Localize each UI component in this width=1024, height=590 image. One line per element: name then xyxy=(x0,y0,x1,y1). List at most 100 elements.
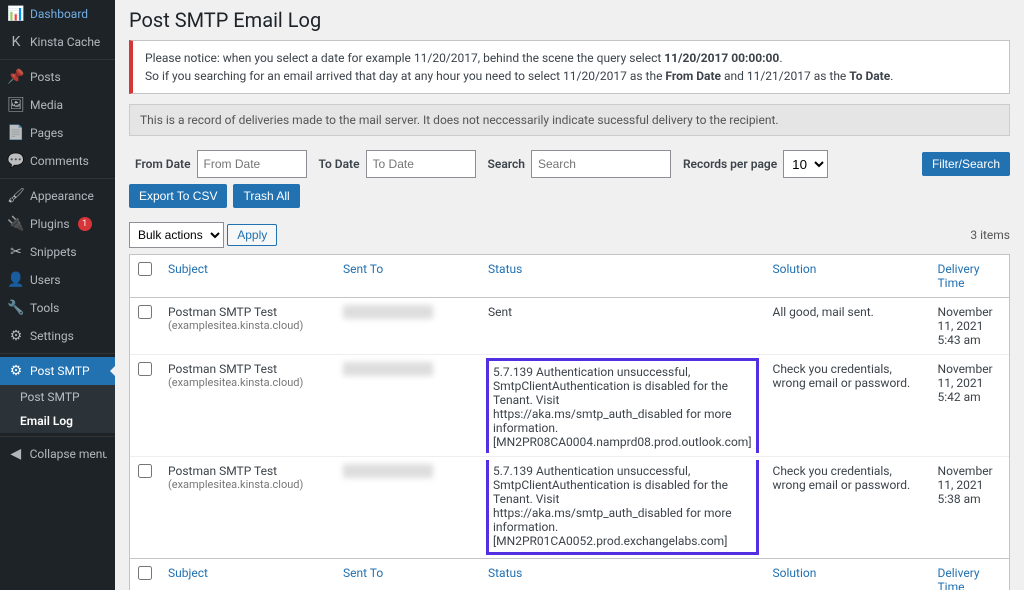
filter-search-button[interactable]: Filter/Search xyxy=(922,152,1010,176)
select-all-checkbox[interactable] xyxy=(138,262,152,276)
row-checkbox[interactable] xyxy=(138,305,152,319)
row-sentto-redacted: redacted xyxy=(343,305,433,319)
collapse-icon: ◀ xyxy=(8,446,24,462)
notice-bold: To Date xyxy=(849,69,890,83)
notice-bold: 11/20/2017 00:00:00 xyxy=(664,51,779,65)
appearance-icon: 🖌 xyxy=(8,188,24,204)
row-subject[interactable]: Postman SMTP Test xyxy=(168,305,327,319)
media-icon: 🖼 xyxy=(8,97,24,113)
kinsta-cache-icon: K xyxy=(8,34,24,50)
sidebar-item-comments[interactable]: 💬Comments xyxy=(0,147,115,175)
sidebar-item-label: Snippets xyxy=(30,245,77,259)
sidebar-item-label: Plugins xyxy=(30,217,70,231)
notice-bold: From Date xyxy=(665,69,721,83)
rpp-label: Records per page xyxy=(683,157,777,171)
sidebar-item-settings[interactable]: ⚙Settings xyxy=(0,322,115,350)
sidebar-item-label: Posts xyxy=(30,70,61,84)
snippets-icon: ✂ xyxy=(8,244,24,260)
table-row: Postman SMTP Test(examplesitea.kinsta.cl… xyxy=(130,457,1009,558)
posts-icon: 📌 xyxy=(8,69,24,85)
sidebar-item-snippets[interactable]: ✂ Snippets xyxy=(0,238,115,266)
col-sentto[interactable]: Sent To xyxy=(335,255,480,298)
to-date-input[interactable] xyxy=(366,150,476,178)
row-origin: (examplesitea.kinsta.cloud) xyxy=(168,478,327,491)
sidebar-item-label: Media xyxy=(30,98,63,112)
col-status[interactable]: Status xyxy=(480,558,765,590)
row-subject[interactable]: Postman SMTP Test xyxy=(168,362,327,376)
email-log-table: Subject Sent To Status Solution Delivery… xyxy=(129,254,1010,590)
table-row: Postman SMTP Test(examplesitea.kinsta.cl… xyxy=(130,298,1009,355)
users-icon: 👤 xyxy=(8,272,24,288)
row-sentto-redacted: redacted xyxy=(343,362,433,376)
col-subject[interactable]: Subject xyxy=(160,558,335,590)
dashboard-icon: 📊 xyxy=(8,6,24,22)
table-row: Postman SMTP Test(examplesitea.kinsta.cl… xyxy=(130,355,1009,457)
export-csv-button[interactable]: Export To CSV xyxy=(129,184,227,208)
search-label: Search xyxy=(488,157,525,171)
submenu-post-smtp[interactable]: Post SMTP xyxy=(10,385,115,409)
trash-all-button[interactable]: Trash All xyxy=(233,184,299,208)
row-subject[interactable]: Postman SMTP Test xyxy=(168,464,327,478)
notice-text: and 11/21/2017 as the xyxy=(721,69,849,83)
row-delivery-time: November 11, 2021 5:42 am xyxy=(930,355,1009,457)
select-all-checkbox[interactable] xyxy=(138,566,152,580)
sidebar-item-users[interactable]: 👤 Users xyxy=(0,266,115,294)
sidebar-item-post-smtp[interactable]: ⚙Post SMTP xyxy=(0,357,115,385)
sidebar-item-label: Settings xyxy=(30,329,74,343)
row-status: Sent xyxy=(480,298,765,355)
sidebar-item-pages[interactable]: 📄Pages xyxy=(0,119,115,147)
from-date-label: From Date xyxy=(135,157,191,171)
status-highlight: 5.7.139 Authentication unsuccessful, Smt… xyxy=(486,460,759,555)
bulk-actions-select[interactable]: Bulk actions xyxy=(129,222,224,248)
sidebar-item-media[interactable]: 🖼 Media xyxy=(0,91,115,119)
row-solution: Check you credentials, wrong email or pa… xyxy=(765,457,930,558)
notice-text: . xyxy=(779,51,782,65)
sidebar-item-tools[interactable]: 🔧Tools xyxy=(0,294,115,322)
sidebar-item-label: Tools xyxy=(30,301,59,315)
filter-bar: From Date To Date Search Records per pag… xyxy=(129,150,1010,208)
col-sentto[interactable]: Sent To xyxy=(335,558,480,590)
sidebar-item-label: Users xyxy=(30,273,61,287)
sidebar-item-appearance[interactable]: 🖌 Appearance xyxy=(0,182,115,210)
col-solution[interactable]: Solution xyxy=(765,558,930,590)
notice-text: . xyxy=(890,69,893,83)
collapse-menu[interactable]: ◀ Collapse menu xyxy=(0,440,115,468)
col-delivery-time[interactable]: Delivery Time xyxy=(930,255,1009,298)
items-count: 3 items xyxy=(970,228,1010,242)
row-checkbox[interactable] xyxy=(138,362,152,376)
row-solution: All good, mail sent. xyxy=(765,298,930,355)
notice-text: So if you searching for an email arrived… xyxy=(145,69,665,83)
apply-button[interactable]: Apply xyxy=(227,224,277,246)
col-status[interactable]: Status xyxy=(480,255,765,298)
row-origin: (examplesitea.kinsta.cloud) xyxy=(168,319,327,332)
sidebar-item-kinsta-cache[interactable]: K Kinsta Cache xyxy=(0,28,115,56)
row-checkbox[interactable] xyxy=(138,464,152,478)
sidebar-item-label: Dashboard xyxy=(30,7,88,21)
sidebar-item-posts[interactable]: 📌 Posts xyxy=(0,63,115,91)
admin-sidebar: 📊 Dashboard K Kinsta Cache 📌 Posts 🖼 Media 📄Page… xyxy=(0,0,115,590)
row-delivery-time: November 11, 2021 5:43 am xyxy=(930,298,1009,355)
sidebar-item-label: Appearance xyxy=(30,189,94,203)
status-highlight: 5.7.139 Authentication unsuccessful, Smt… xyxy=(486,358,759,453)
col-delivery-time[interactable]: Delivery Time xyxy=(930,558,1009,590)
sidebar-item-label: Kinsta Cache xyxy=(30,35,100,49)
col-checkbox xyxy=(130,558,160,590)
col-checkbox xyxy=(130,255,160,298)
rpp-select[interactable]: 10 xyxy=(783,150,828,178)
sidebar-item-label: Pages xyxy=(30,126,63,140)
row-status: 5.7.139 Authentication unsuccessful, Smt… xyxy=(480,355,765,457)
search-input[interactable] xyxy=(531,150,671,178)
sidebar-item-dashboard[interactable]: 📊 Dashboard xyxy=(0,0,115,28)
sidebar-item-plugins[interactable]: 🔌Plugins1 xyxy=(0,210,115,238)
col-subject[interactable]: Subject xyxy=(160,255,335,298)
update-badge: 1 xyxy=(78,217,92,231)
row-delivery-time: November 11, 2021 5:38 am xyxy=(930,457,1009,558)
notice-text: Please notice: when you select a date fo… xyxy=(145,51,664,65)
sidebar-item-label: Collapse menu xyxy=(30,447,107,461)
from-date-input[interactable] xyxy=(197,150,307,178)
sidebar-item-label: Comments xyxy=(30,154,89,168)
row-solution: Check you credentials, wrong email or pa… xyxy=(765,355,930,457)
sidebar-item-label: Post SMTP xyxy=(30,364,90,378)
col-solution[interactable]: Solution xyxy=(765,255,930,298)
submenu-email-log[interactable]: Email Log xyxy=(10,409,115,433)
